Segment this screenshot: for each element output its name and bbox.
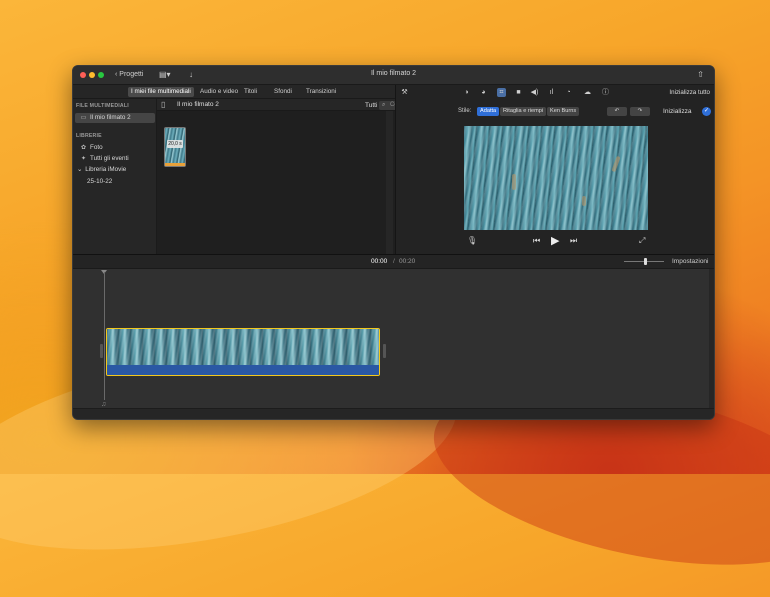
playhead[interactable]	[104, 272, 105, 400]
tab-my-media[interactable]: I miei file multimediali	[128, 87, 194, 97]
play-icon[interactable]: ▶	[551, 234, 559, 247]
skip-back-icon[interactable]: ⏮	[533, 236, 540, 246]
clip-trim-handle-left[interactable]	[100, 344, 103, 358]
media-clip-thumbnail[interactable]: 20,0 s	[164, 127, 186, 167]
equalizer-icon[interactable]: ıl	[547, 88, 556, 97]
tab-transitions[interactable]: Transizioni	[303, 87, 339, 97]
style-ken-burns-button[interactable]: Ken Burns	[547, 107, 580, 116]
tab-titles[interactable]: Titoli	[241, 87, 260, 97]
timeline-video-clip[interactable]	[106, 328, 380, 376]
chevron-down-icon: ⌄	[77, 166, 83, 173]
skip-forward-icon[interactable]: ⏭	[570, 236, 577, 246]
browser-tabs: I miei file multimediali Audio e video T…	[73, 85, 395, 99]
clip-duration-badge: 20,0 s	[167, 140, 183, 148]
time-separator: /	[393, 258, 395, 265]
filter-value: Tutti	[365, 102, 378, 109]
media-scrollbar[interactable]	[386, 111, 393, 254]
color-balance-icon[interactable]: ◑	[462, 88, 471, 97]
preview-detail	[512, 174, 516, 190]
timeline-panel: 00:00 / 00:20 Impostazioni ♫	[73, 254, 714, 419]
sidebar-item-photos[interactable]: ✿ Foto	[75, 143, 155, 153]
preview-detail	[582, 196, 586, 206]
tab-backgrounds[interactable]: Sfondi	[271, 87, 295, 97]
media-title: Il mio filmato 2	[177, 101, 219, 108]
rotate-left-icon[interactable]: ↶	[607, 107, 627, 116]
color-correction-icon[interactable]: ◕	[479, 88, 488, 97]
sidebar-item-library[interactable]: ⌄ Libreria iMovie	[75, 165, 155, 175]
tab-audio-video[interactable]: Audio e video	[197, 87, 241, 97]
sidebar-item-label: Tutti gli eventi	[90, 155, 129, 162]
style-crop-fill-button[interactable]: Ritaglia e riempi	[500, 107, 547, 116]
film-icon: ▭	[80, 115, 87, 121]
clip-audio-track	[107, 365, 379, 375]
clip-used-bar	[165, 163, 185, 166]
sidebar-item-project[interactable]: ▭ Il mio filmato 2	[75, 113, 155, 123]
timeline-scrollbar[interactable]	[709, 269, 714, 409]
window-title: Il mio filmato 2	[370, 70, 417, 77]
music-note-icon: ♫	[101, 401, 107, 408]
timeline-header: 00:00 / 00:20 Impostazioni	[73, 255, 714, 269]
fullscreen-icon[interactable]: ⤢	[639, 236, 645, 246]
photos-icon: ✿	[80, 145, 87, 151]
reset-button[interactable]: Inizializza	[663, 108, 692, 115]
speed-icon[interactable]: ◔	[564, 88, 573, 97]
imovie-window: ‹ Progetti ▤▾ ↓ Il mio filmato 2 ⇧ I mie…	[72, 65, 715, 420]
sidebar-item-label: Libreria iMovie	[85, 166, 127, 173]
settings-button[interactable]: Impostazioni	[672, 258, 709, 265]
volume-icon[interactable]: ◀)	[530, 88, 539, 97]
libraries-section-header: LIBRERIE	[76, 133, 102, 139]
search-icon: ⌕	[382, 102, 386, 108]
sidebar-item-event[interactable]: 25-10-22	[75, 177, 155, 187]
sidebar-toggle-icon[interactable]: ▯	[161, 100, 165, 109]
reset-all-button[interactable]: Inizializza tutto	[669, 89, 710, 96]
microphone-icon[interactable]: 🎙	[467, 236, 477, 245]
clip-trim-handle-right[interactable]	[383, 344, 386, 358]
preview-detail	[611, 155, 621, 173]
crop-icon[interactable]: ⌗	[497, 88, 506, 97]
clip-filmstrip	[107, 329, 379, 365]
library-sidebar: FILE MULTIMEDIALI ▭ Il mio filmato 2 LIBR…	[73, 99, 157, 254]
video-preview	[464, 126, 648, 230]
sidebar-item-all-events[interactable]: ✦ Tutti gli eventi	[75, 154, 155, 164]
total-time: 00:20	[399, 258, 416, 265]
timeline-footer	[73, 408, 714, 419]
filter-icon[interactable]: ☁	[583, 88, 592, 97]
style-fit-button[interactable]: Adatta	[477, 107, 500, 116]
stabilization-icon[interactable]: ■	[514, 88, 523, 97]
info-icon[interactable]: ⓘ	[601, 88, 610, 97]
media-header: ▯ Il mio filmato 2 Tutti ⇕ ⌕ Cerca ⚙	[157, 99, 457, 111]
media-browser: 20,0 s	[157, 111, 395, 254]
rotate-right-icon[interactable]: ↷	[630, 107, 650, 116]
current-time: 00:00	[371, 258, 388, 265]
media-section-header: FILE MULTIMEDIALI	[76, 103, 129, 109]
star-icon: ✦	[80, 156, 87, 162]
apply-checkmark-icon[interactable]: ✓	[702, 107, 711, 116]
magic-wand-icon[interactable]: ⚒	[400, 88, 409, 97]
style-label: Stile:	[458, 108, 472, 114]
zoom-slider-knob[interactable]	[644, 258, 647, 265]
sidebar-item-label: Il mio filmato 2	[90, 114, 131, 121]
viewer-panel: ⚒ ◑ ◕ ⌗ ■ ◀) ıl ◔ ☁ ⓘ Inizializza tutto …	[395, 85, 714, 254]
title-bar: ‹ Progetti ▤▾ ↓ Il mio filmato 2 ⇧	[73, 66, 714, 85]
share-icon[interactable]: ⇧	[697, 69, 704, 81]
sidebar-item-label: Foto	[90, 144, 103, 151]
